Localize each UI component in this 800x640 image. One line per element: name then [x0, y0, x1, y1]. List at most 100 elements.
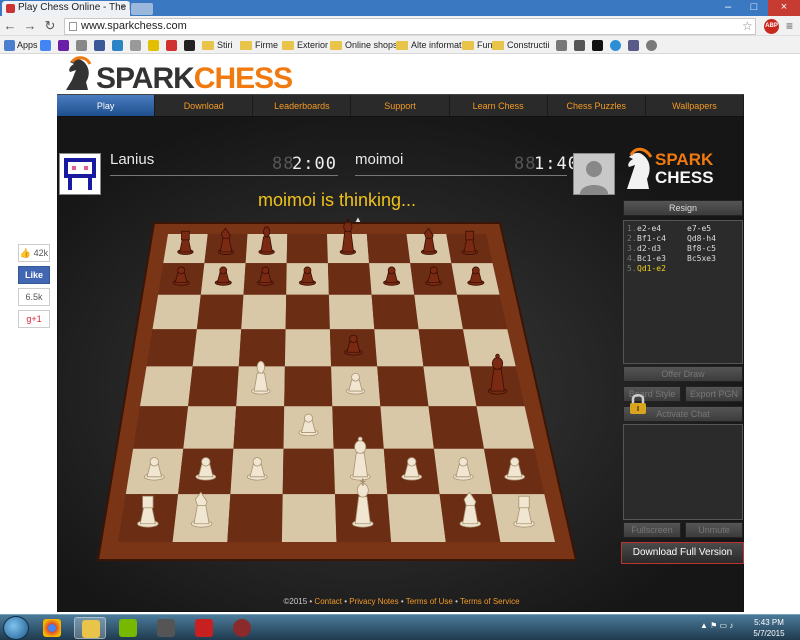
taskbar-app-icon[interactable] [188, 617, 220, 639]
forward-arrow-icon[interactable]: → [22, 18, 38, 34]
chess-board-svg[interactable] [96, 217, 580, 563]
board-square [241, 294, 287, 330]
facebook-like-button[interactable]: Like [18, 266, 50, 284]
bookmark-folder-alte-informatii[interactable]: Alte informatii [396, 39, 466, 52]
web-page: SPARKCHESS Play Download Leaderboards Su… [0, 54, 800, 614]
sidebar-logo-chess: CHESS [655, 168, 714, 187]
apps-grid-icon [4, 40, 15, 52]
board-square [428, 406, 484, 449]
nav-chess-puzzles[interactable]: Chess Puzzles [548, 95, 646, 116]
board-square [476, 406, 535, 449]
board-square [188, 366, 239, 407]
bookmark-site-icon[interactable] [130, 39, 143, 52]
bookmark-folder-online-shops[interactable]: Online shops [330, 39, 398, 52]
bookmark-folder-firme[interactable]: Firme [240, 39, 278, 52]
minimize-button[interactable]: – [716, 0, 740, 16]
game-area: Lanius 88 2:00 moimoi 88 1:40 moimoi is … [57, 116, 744, 612]
export-pgn-button[interactable]: Export PGN [685, 386, 743, 402]
board-square [387, 494, 446, 542]
bookmark-site-icon[interactable] [556, 39, 569, 52]
bookmark-site-icon[interactable] [646, 39, 659, 52]
adblock-icon[interactable]: ABP [764, 19, 779, 34]
bookmark-site-icon[interactable] [148, 39, 161, 52]
nav-support[interactable]: Support [351, 95, 450, 116]
browser-tab-strip: Play Chess Online - The P × – □ × [0, 0, 800, 16]
chrome-menu-icon[interactable]: ≡ [786, 19, 793, 33]
new-tab-button[interactable] [131, 3, 153, 15]
window-close-button[interactable]: × [768, 0, 800, 16]
address-bar[interactable]: www.sparkchess.com [64, 18, 756, 35]
back-arrow-icon[interactable]: ← [2, 18, 18, 34]
board-square [366, 234, 411, 264]
board-square [146, 329, 197, 367]
bookmark-site-icon[interactable] [628, 39, 641, 52]
unmute-button[interactable]: Unmute [685, 522, 743, 538]
tab-close-icon[interactable]: × [120, 2, 126, 13]
offer-draw-button[interactable]: Offer Draw [623, 366, 743, 382]
board-square [328, 294, 375, 330]
bookmark-folder-fun[interactable]: Fun [462, 39, 493, 52]
taskbar-clock[interactable]: 5:43 PM 5/7/2015 [744, 617, 794, 639]
bookmark-facebook-icon[interactable] [94, 39, 107, 52]
bookmark-yahoo-icon[interactable] [58, 39, 71, 52]
taskbar-app-icon[interactable] [150, 617, 182, 639]
copyright: ©2015 [283, 597, 308, 606]
resign-button[interactable]: Resign [623, 200, 743, 216]
nav-play[interactable]: Play [57, 95, 156, 116]
space-invader-avatar-icon [60, 154, 100, 194]
taskbar-explorer-icon[interactable] [74, 617, 106, 639]
bookmark-site-icon[interactable] [112, 39, 125, 52]
board-square [282, 448, 335, 495]
bookmark-google-icon[interactable] [40, 39, 53, 52]
footer-link-terms-of-service[interactable]: Terms of Service [460, 597, 520, 606]
board-square [284, 366, 333, 407]
board-square [285, 294, 330, 330]
bookmark-folder-constructii[interactable]: Constructii [492, 39, 550, 52]
player1-avatar [59, 153, 101, 195]
board-square [463, 329, 516, 367]
nav-wallpapers[interactable]: Wallpapers [646, 95, 744, 116]
board-square [140, 366, 193, 407]
footer-link-terms-of-use[interactable]: Terms of Use [406, 597, 453, 606]
taskbar-app-icon[interactable] [226, 617, 258, 639]
system-tray-icons[interactable]: ▲ ⚑ ▭ ♪ [700, 621, 733, 630]
nav-learn-chess[interactable]: Learn Chess [450, 95, 548, 116]
tab-title: Play Chess Online - The P [18, 2, 130, 13]
footer-link-contact[interactable]: Contact [314, 597, 342, 606]
browser-tab[interactable]: Play Chess Online - The P × [2, 1, 130, 16]
bookmark-site-icon[interactable] [610, 39, 623, 52]
footer-link-privacy[interactable]: Privacy Notes [349, 597, 398, 606]
bookmark-site-icon[interactable] [592, 39, 605, 52]
bookmark-star-icon[interactable]: ☆ [742, 19, 753, 33]
bookmark-site-icon[interactable] [184, 39, 197, 52]
bookmark-site-icon[interactable] [76, 39, 89, 52]
board-square [456, 294, 508, 330]
folder-icon [282, 41, 294, 51]
chat-box[interactable] [623, 424, 743, 520]
default-user-avatar-icon [574, 154, 614, 194]
bookmark-folder-stiri[interactable]: Stiri [202, 39, 233, 52]
maximize-button[interactable]: □ [742, 0, 766, 16]
fullscreen-button[interactable]: Fullscreen [623, 522, 681, 538]
taskbar-nvidia-icon[interactable] [112, 617, 144, 639]
nav-leaderboards[interactable]: Leaderboards [253, 95, 352, 116]
move-row: 4.Bc1-e3 Bc5xe3 [627, 254, 716, 263]
browser-toolbar: ← → ↻ www.sparkchess.com [0, 16, 800, 36]
reload-icon[interactable]: ↻ [42, 18, 58, 34]
board-square [327, 263, 372, 295]
board-square [227, 494, 283, 542]
player1-divider [110, 175, 338, 176]
start-button[interactable] [3, 616, 29, 640]
taskbar-chrome-icon[interactable] [36, 617, 68, 639]
bookmark-folder-exterior[interactable]: Exterior [282, 39, 328, 52]
download-full-version-button[interactable]: Download Full Version [621, 542, 744, 564]
bookmark-site-icon[interactable] [166, 39, 179, 52]
nav-download[interactable]: Download [155, 95, 254, 116]
move-list: 1.e2-e4 e7-e5 2.Bf1-c4 Qd8-h4 3.d2-d3 Bf8-c… [623, 220, 743, 364]
bookmarks-bar: Apps Stiri Firme Exterior Online shops A… [0, 36, 800, 54]
chess-board[interactable] [96, 217, 580, 563]
bookmark-site-icon[interactable] [574, 39, 587, 52]
share-count: 6.5k [18, 288, 50, 306]
bookmark-apps[interactable]: Apps [4, 39, 38, 52]
google-plus-button[interactable]: g+1 [18, 310, 50, 328]
